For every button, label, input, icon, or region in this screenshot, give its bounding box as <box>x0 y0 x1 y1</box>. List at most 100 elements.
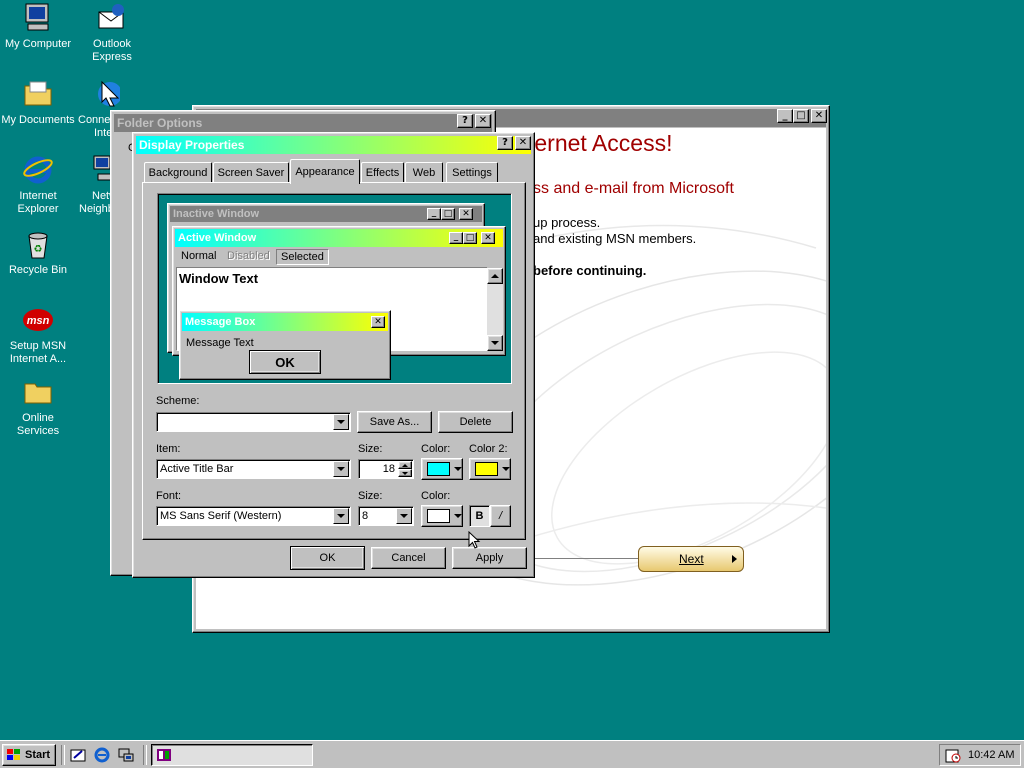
desktop-icon-my-documents[interactable]: My Documents <box>0 78 76 127</box>
chevron-down-icon <box>454 514 462 518</box>
msgbox-title: Message Box <box>185 316 256 328</box>
tab-screen-saver[interactable]: Screen Saver <box>213 162 289 182</box>
taskbar-separator <box>61 745 65 765</box>
spin-up-button[interactable] <box>398 461 412 469</box>
font-size-select[interactable]: 8 <box>358 506 414 526</box>
folder-options-title: Folder Options <box>117 116 203 130</box>
chevron-down-icon[interactable] <box>333 414 349 430</box>
item-color-button[interactable] <box>421 458 463 480</box>
tab-effects[interactable]: Effects <box>361 162 404 182</box>
icon-label: Online <box>22 412 54 424</box>
quick-launch-channels-icon[interactable] <box>118 747 134 763</box>
font-color-button[interactable] <box>421 505 463 527</box>
msn-text-line2: and existing MSN members. <box>533 231 697 246</box>
item-color-swatch <box>427 462 450 476</box>
menu-normal: Normal <box>181 250 217 262</box>
help-button[interactable]: ? <box>497 136 513 150</box>
folder-icon <box>22 376 54 408</box>
desktop-icon-network-neighborhood[interactable]: Network Neighborhood <box>74 154 110 216</box>
msn-divider <box>533 558 638 559</box>
display-properties-title-bar[interactable]: Display Properties <box>136 136 531 154</box>
apply-button[interactable]: Apply <box>452 547 527 569</box>
item-size-value: 18 <box>382 463 395 475</box>
icon-label-line2: Explorer <box>17 203 59 215</box>
icon-label: Recycle Bin <box>8 264 68 276</box>
scheduler-icon[interactable] <box>945 748 961 764</box>
tab-settings[interactable]: Settings <box>446 162 498 182</box>
save-as-button[interactable]: Save As... <box>357 411 432 433</box>
desktop-icon-outlook-express[interactable]: Outlook Express <box>74 2 150 64</box>
display-properties-title: Display Properties <box>139 138 245 152</box>
start-label: Start <box>25 749 51 761</box>
font-select[interactable]: MS Sans Serif (Western) <box>156 506 351 526</box>
close-button: ✕ <box>481 232 495 244</box>
icon-label-line2: Neighborhood <box>79 203 110 215</box>
menu-selected: Selected <box>276 249 329 265</box>
chevron-down-icon[interactable] <box>396 508 412 524</box>
minimize-button: _ <box>427 208 441 220</box>
maximize-button: □ <box>441 208 455 220</box>
tab-background[interactable]: Background <box>144 162 212 182</box>
mouse-pointer-icon <box>468 531 481 549</box>
scroll-up-button <box>487 268 503 284</box>
close-button[interactable]: ✕ <box>475 114 491 128</box>
cancel-button[interactable]: Cancel <box>371 547 446 569</box>
font-size-value: 8 <box>362 510 369 522</box>
menu-disabled: Disabled <box>227 250 270 262</box>
folder-icon <box>22 78 54 110</box>
desktop-icon-setup-msn[interactable]: msn Setup MSN Internet A... <box>0 304 76 366</box>
icon-label: Outlook <box>93 38 131 50</box>
icon-label: My Computer <box>4 38 72 50</box>
folder-options-title-bar: Folder Options <box>114 114 492 132</box>
bold-toggle[interactable]: B <box>469 505 490 527</box>
taskbar-separator <box>143 745 147 765</box>
preview-scrollbar <box>487 268 503 351</box>
delete-button[interactable]: Delete <box>438 411 513 433</box>
maximize-button[interactable]: □ <box>793 109 809 123</box>
preview-message-box: Message Box ✕ Message Text OK <box>179 310 391 380</box>
start-button[interactable]: Start <box>2 744 56 766</box>
quick-launch-show-desktop-icon[interactable] <box>70 747 86 763</box>
appearance-preview[interactable]: Inactive Window _ □ ✕ Active Window _ □ … <box>157 193 512 384</box>
desktop-icon-internet-explorer[interactable]: Internet Explorer <box>0 154 76 216</box>
desktop-icon-recycle-bin[interactable]: ♻ Recycle Bin <box>0 228 76 277</box>
chevron-down-icon[interactable] <box>333 508 349 524</box>
icon-label-line2: Express <box>92 51 132 63</box>
taskbar-window-button[interactable] <box>151 744 313 766</box>
icon-label: Setup MSN <box>9 340 67 352</box>
item-size-label: Size: <box>358 443 383 455</box>
tab-web[interactable]: Web <box>405 162 443 182</box>
item-select[interactable]: Active Title Bar <box>156 459 351 479</box>
item-color2-swatch <box>475 462 498 476</box>
chevron-down-icon <box>454 467 462 471</box>
desktop-icon-online-services[interactable]: Online Services <box>0 376 76 438</box>
msn-text-line3: before continuing. <box>533 263 647 278</box>
scheme-select[interactable] <box>156 412 351 432</box>
desktop-icon-my-computer[interactable]: My Computer <box>0 2 76 51</box>
close-button: ✕ <box>371 316 385 328</box>
close-button: ✕ <box>459 208 473 220</box>
msn-next-button[interactable]: Next <box>638 546 744 572</box>
font-color-swatch <box>427 509 450 523</box>
msn-subheading: ss and e-mail from Microsoft <box>533 180 734 197</box>
chevron-down-icon <box>502 467 510 471</box>
chevron-down-icon[interactable] <box>333 461 349 477</box>
tab-appearance[interactable]: Appearance <box>290 159 360 184</box>
quick-launch-internet-explorer-icon[interactable] <box>94 747 110 763</box>
clock[interactable]: 10:42 AM <box>968 749 1014 761</box>
outlook-express-icon <box>96 2 128 34</box>
minimize-button[interactable]: _ <box>777 109 793 123</box>
help-button[interactable]: ? <box>457 114 473 128</box>
icon-label: My Documents <box>1 114 75 126</box>
msgbox-text: Message Text <box>186 337 254 349</box>
close-button[interactable]: ✕ <box>811 109 827 123</box>
close-button[interactable]: ✕ <box>515 136 531 150</box>
active-title: Active Window <box>178 232 257 244</box>
ok-button[interactable]: OK <box>290 546 365 570</box>
computer-icon <box>22 2 54 34</box>
internet-explorer-icon <box>22 154 54 186</box>
item-color2-button[interactable] <box>469 458 511 480</box>
italic-toggle[interactable]: / <box>490 505 511 527</box>
spin-down-button[interactable] <box>398 469 412 477</box>
item-size-spinner[interactable]: 18 <box>358 459 414 479</box>
